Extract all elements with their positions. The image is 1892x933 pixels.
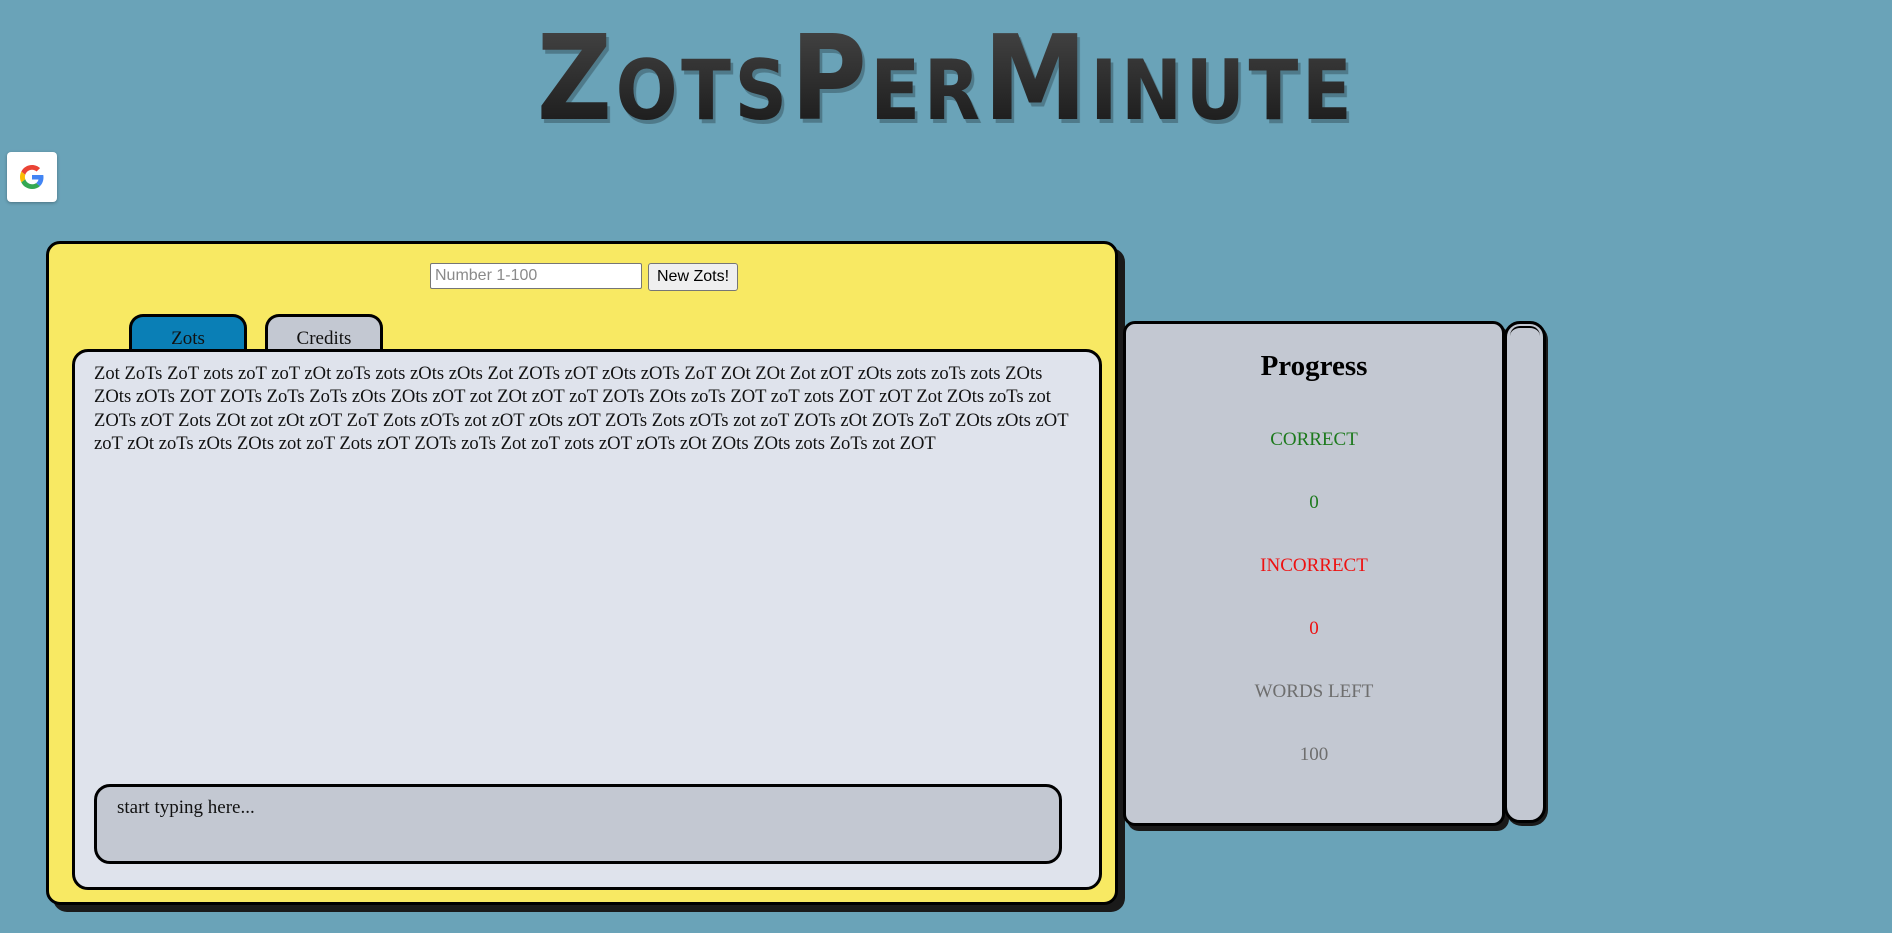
progress-title: Progress <box>1260 350 1368 382</box>
number-input[interactable] <box>430 263 642 289</box>
logo: ZotsPerMinute <box>376 8 1516 148</box>
words-left-count: 100 <box>1299 744 1329 765</box>
google-icon <box>20 165 44 189</box>
correct-count: 0 <box>1309 492 1319 513</box>
incorrect-label: INCORRECT <box>1260 555 1368 576</box>
new-zots-button[interactable]: New Zots! <box>648 263 739 291</box>
typing-input[interactable] <box>94 784 1062 864</box>
google-button[interactable] <box>7 152 57 202</box>
progress-panel: Progress CORRECT 0 INCORRECT 0 WORDS LEF… <box>1123 321 1505 826</box>
words-left-label: WORDS LEFT <box>1254 681 1374 702</box>
incorrect-count: 0 <box>1309 618 1319 639</box>
zots-content: Zot ZoTs ZoT zots zoT zoT zOt zoTs zots … <box>72 349 1102 890</box>
progress-toggle-handle[interactable] <box>1504 321 1546 823</box>
zots-prompt-text: Zot ZoTs ZoT zots zoT zoT zOt zoTs zots … <box>94 363 1069 455</box>
zots-panel: New Zots! Zots Credits Zot ZoTs ZoT zots… <box>46 241 1118 905</box>
logo-text: ZotsPerMinute <box>444 8 1447 148</box>
correct-label: CORRECT <box>1270 429 1358 450</box>
